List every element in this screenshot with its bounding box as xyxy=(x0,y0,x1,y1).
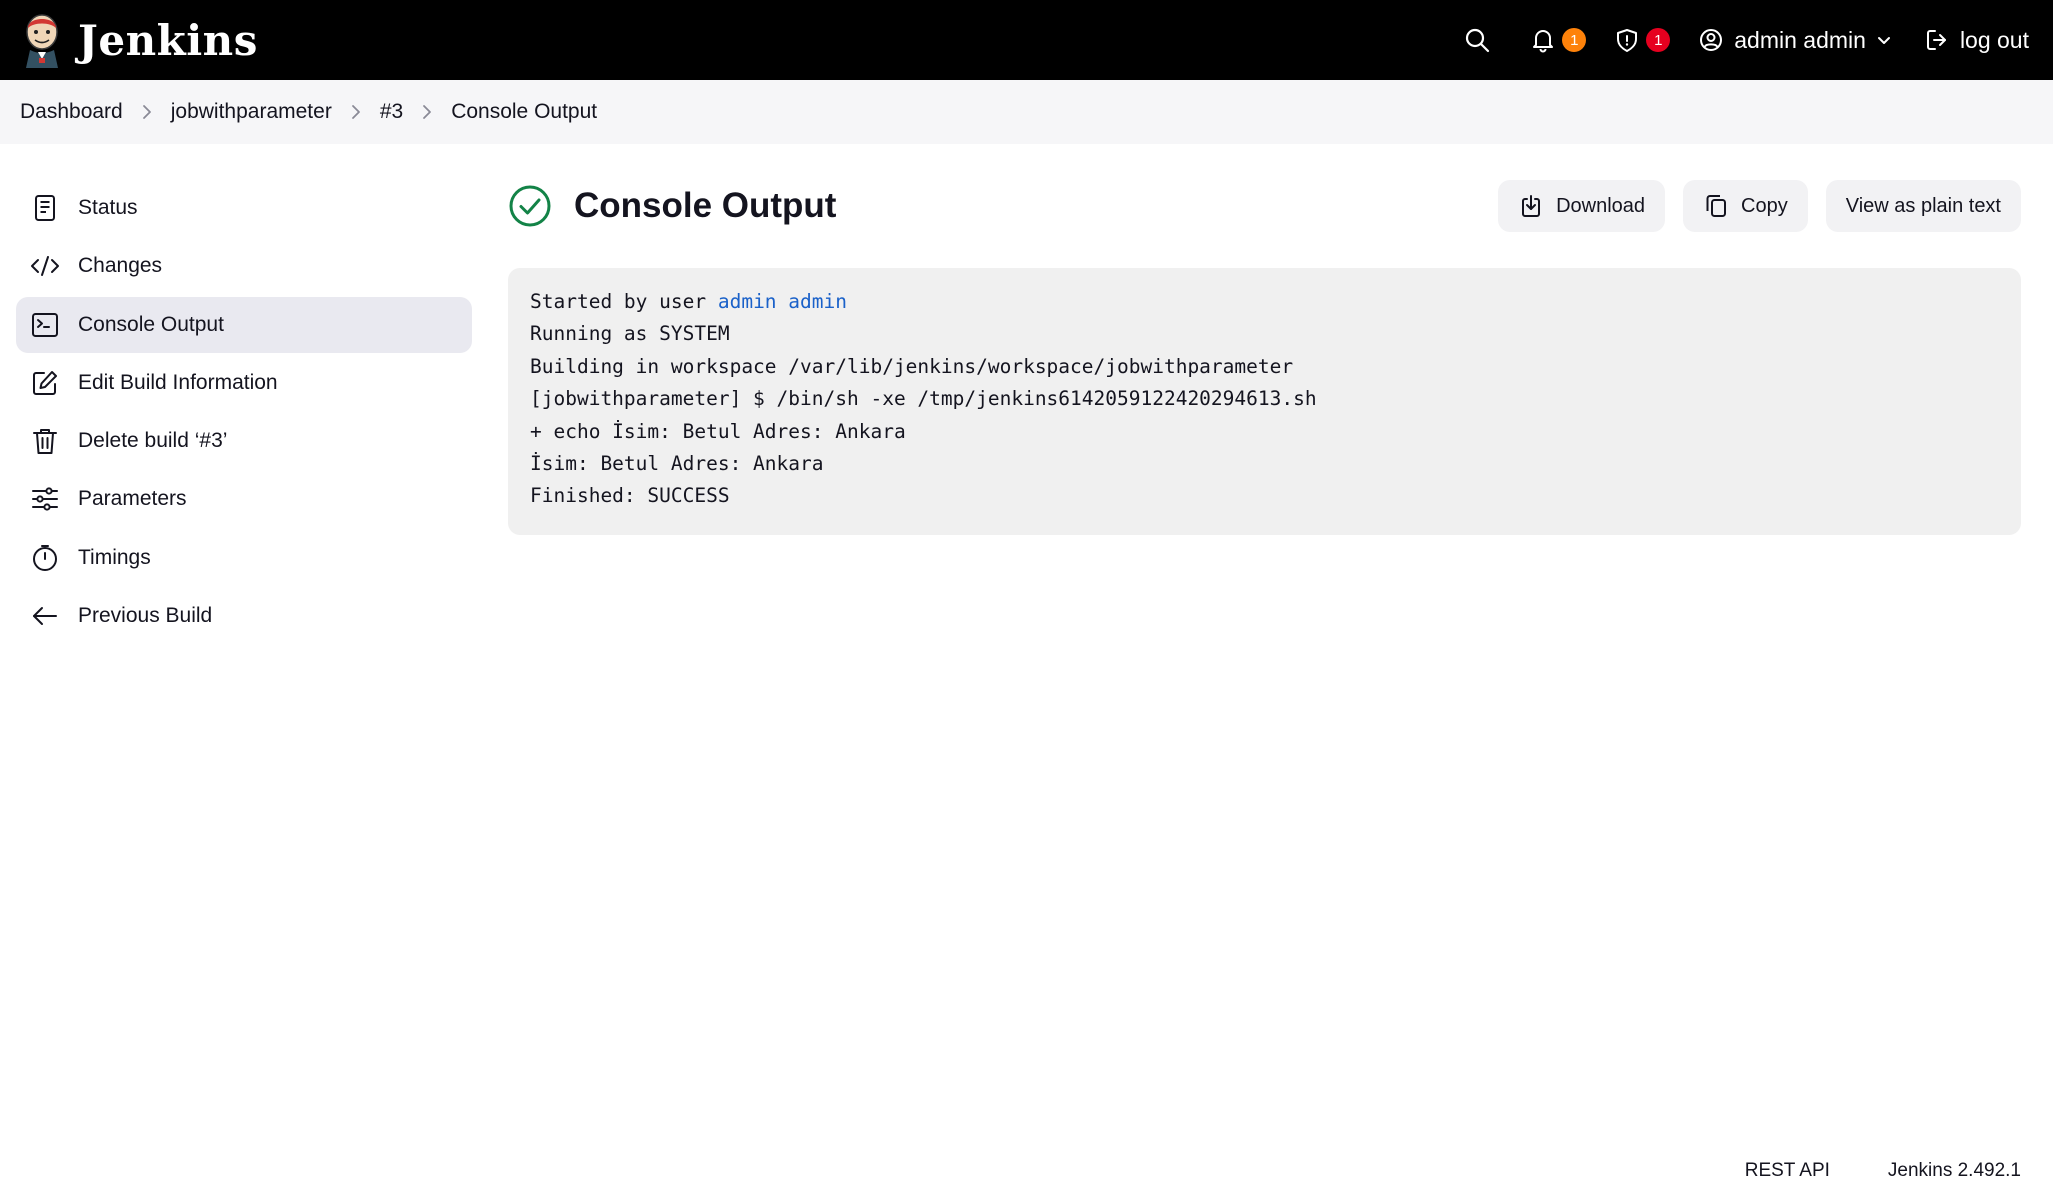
console-line: Running as SYSTEM xyxy=(530,322,730,346)
sidebar-item-label: Timings xyxy=(78,545,151,569)
console-line: İsim: Betul Adres: Ankara xyxy=(530,452,824,476)
console-output-log: Started by user admin admin Running as S… xyxy=(508,268,2021,535)
download-label: Download xyxy=(1556,194,1646,217)
jenkins-home-link[interactable]: Jenkins xyxy=(20,12,258,68)
sidebar-item-console-output[interactable]: Console Output xyxy=(16,296,472,353)
edit-icon xyxy=(30,368,60,398)
sidebar: Status Changes Console Output Edit Build… xyxy=(16,180,472,646)
logout-icon xyxy=(1922,25,1952,55)
arrow-left-icon xyxy=(30,601,60,631)
breadcrumb-dashboard[interactable]: Dashboard xyxy=(20,100,123,124)
copy-label: Copy xyxy=(1741,194,1788,217)
console-line: Finished: SUCCESS xyxy=(530,484,730,508)
logout-button[interactable]: log out xyxy=(1922,25,2029,55)
security-badge: 1 xyxy=(1646,28,1671,52)
console-line: [jobwithparameter] $ /bin/sh -xe /tmp/je… xyxy=(530,387,1317,411)
jenkins-wordmark: Jenkins xyxy=(78,15,258,65)
console-line: + echo İsim: Betul Adres: Ankara xyxy=(530,419,906,443)
view-plain-text-label: View as plain text xyxy=(1845,194,2001,217)
sidebar-item-timings[interactable]: Timings xyxy=(16,530,472,586)
breadcrumb-job[interactable]: jobwithparameter xyxy=(171,100,332,124)
sidebar-item-changes[interactable]: Changes xyxy=(16,238,472,294)
sidebar-item-status[interactable]: Status xyxy=(16,180,472,236)
main-content: Console Output Download Copy View as pla… xyxy=(508,180,2021,535)
console-user-link[interactable]: admin admin xyxy=(718,290,847,313)
notifications-badge: 1 xyxy=(1562,28,1587,52)
user-circle-icon xyxy=(1696,25,1726,55)
copy-button[interactable]: Copy xyxy=(1683,180,1808,232)
sidebar-item-label: Delete build ‘#3’ xyxy=(78,429,228,453)
jenkins-version-link[interactable]: Jenkins 2.492.1 xyxy=(1888,1160,2021,1182)
user-menu[interactable]: admin admin xyxy=(1696,25,1892,55)
trash-icon xyxy=(30,426,60,456)
sliders-icon xyxy=(30,484,60,514)
copy-icon xyxy=(1703,193,1729,219)
view-plain-text-button[interactable]: View as plain text xyxy=(1825,180,2021,232)
download-icon xyxy=(1518,193,1544,219)
sidebar-item-previous-build[interactable]: Previous Build xyxy=(16,588,472,644)
breadcrumb-build[interactable]: #3 xyxy=(380,100,403,124)
sidebar-item-label: Status xyxy=(78,196,138,219)
sidebar-item-parameters[interactable]: Parameters xyxy=(16,471,472,527)
bell-icon xyxy=(1528,25,1558,55)
stopwatch-icon xyxy=(30,543,60,573)
console-line: Started by user xyxy=(530,290,718,313)
chevron-right-icon xyxy=(421,104,433,120)
sidebar-item-delete-build[interactable]: Delete build ‘#3’ xyxy=(16,413,472,469)
console-line: Building in workspace /var/lib/jenkins/w… xyxy=(530,354,1294,378)
top-header: Jenkins 1 1 admin admin log out xyxy=(0,0,2053,80)
success-check-icon xyxy=(509,185,551,227)
code-icon xyxy=(30,251,60,281)
chevron-right-icon xyxy=(350,104,362,120)
notifications-button[interactable]: 1 xyxy=(1528,25,1587,55)
terminal-icon xyxy=(30,310,60,340)
sidebar-item-label: Console Output xyxy=(78,312,224,336)
document-icon xyxy=(30,193,60,223)
breadcrumb-current[interactable]: Console Output xyxy=(451,100,597,124)
security-button[interactable]: 1 xyxy=(1612,25,1671,55)
sidebar-item-label: Parameters xyxy=(78,487,187,511)
rest-api-link[interactable]: REST API xyxy=(1745,1160,1830,1182)
download-button[interactable]: Download xyxy=(1498,180,1666,232)
sidebar-item-label: Edit Build Information xyxy=(78,370,278,394)
page-title: Console Output xyxy=(574,186,837,225)
sidebar-item-label: Previous Build xyxy=(78,604,213,628)
logout-label: log out xyxy=(1959,26,2029,53)
breadcrumb: Dashboard jobwithparameter #3 Console Ou… xyxy=(0,80,2053,144)
user-name-label: admin admin xyxy=(1734,26,1866,53)
jenkins-logo-icon xyxy=(26,14,58,68)
sidebar-item-edit-build-information[interactable]: Edit Build Information xyxy=(16,355,472,411)
search-icon[interactable] xyxy=(1462,25,1492,55)
chevron-right-icon xyxy=(141,104,153,120)
footer: REST API Jenkins 2.492.1 xyxy=(1687,1160,2021,1182)
chevron-down-icon xyxy=(1876,27,1892,54)
sidebar-item-label: Changes xyxy=(78,254,163,278)
shield-icon xyxy=(1612,25,1642,55)
